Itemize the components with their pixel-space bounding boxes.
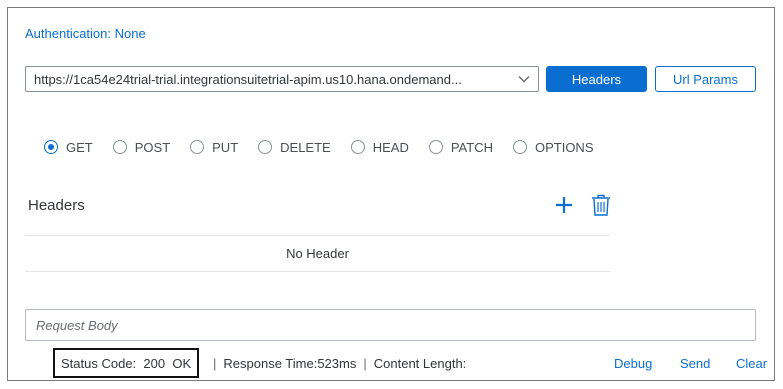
radio-icon[interactable]	[428, 140, 443, 154]
method-option-options[interactable]: OPTIONS	[512, 139, 594, 155]
method-label: HEAD	[372, 139, 409, 155]
method-label: PUT	[212, 139, 239, 155]
debug-button[interactable]: Debug	[614, 347, 652, 379]
method-option-get[interactable]: GET	[44, 140, 93, 155]
radio-icon[interactable]	[350, 140, 365, 154]
response-time-label: Response Time:	[223, 355, 318, 371]
method-option-head[interactable]: HEAD	[350, 139, 409, 155]
response-meta: | Response Time: 523 ms | Content Length:	[213, 355, 467, 371]
radio-icon[interactable]	[112, 140, 127, 154]
trash-icon[interactable]	[590, 193, 612, 217]
radio-icon[interactable]	[512, 140, 527, 154]
response-time-value: 523	[317, 355, 340, 371]
method-option-put[interactable]: PUT	[190, 140, 238, 155]
headers-button[interactable]: Headers	[546, 66, 647, 92]
divider	[25, 271, 610, 272]
method-option-delete[interactable]: DELETE	[258, 140, 331, 155]
headers-section-title: Headers	[28, 197, 85, 214]
authentication-label[interactable]: Authentication: None	[25, 26, 146, 41]
content-length-label: Content Length:	[373, 355, 467, 371]
method-label: GET	[66, 139, 93, 155]
radio-icon[interactable]	[190, 140, 205, 154]
status-code-label: Status Code:	[61, 355, 137, 371]
method-label: DELETE	[280, 139, 331, 155]
method-option-post[interactable]: POST	[112, 139, 171, 155]
request-body-input[interactable]: Request Body	[25, 309, 756, 341]
url-params-button[interactable]: Url Params	[655, 66, 756, 92]
method-radio-group: GET POST PUT DELETE HEAD PATCH OPTIONS	[44, 136, 614, 158]
url-select[interactable]: https://1ca54e24trial-trial.integrations…	[25, 66, 539, 92]
divider	[25, 235, 610, 236]
status-text: OK	[172, 355, 192, 371]
method-label: POST	[134, 139, 171, 155]
plus-icon[interactable]	[553, 194, 575, 216]
method-option-patch[interactable]: PATCH	[428, 139, 493, 155]
status-code-value: 200	[143, 355, 166, 371]
url-value: https://1ca54e24trial-trial.integrations…	[34, 71, 462, 87]
no-header-text: No Header	[286, 246, 349, 261]
send-button[interactable]: Send	[680, 347, 710, 379]
method-label: OPTIONS	[534, 139, 594, 155]
rest-client-panel: Authentication: None https://1ca54e24tri…	[7, 7, 775, 381]
status-bar: Status Code: 200 OK | Response Time: 523 …	[8, 347, 774, 379]
radio-icon[interactable]	[44, 140, 58, 154]
clear-button[interactable]: Clear	[736, 347, 767, 379]
response-time-unit: ms	[339, 355, 357, 371]
method-label: PATCH	[450, 139, 493, 155]
status-code-box: Status Code: 200 OK	[53, 348, 200, 378]
chevron-down-icon[interactable]	[510, 75, 538, 83]
radio-icon[interactable]	[258, 140, 273, 154]
